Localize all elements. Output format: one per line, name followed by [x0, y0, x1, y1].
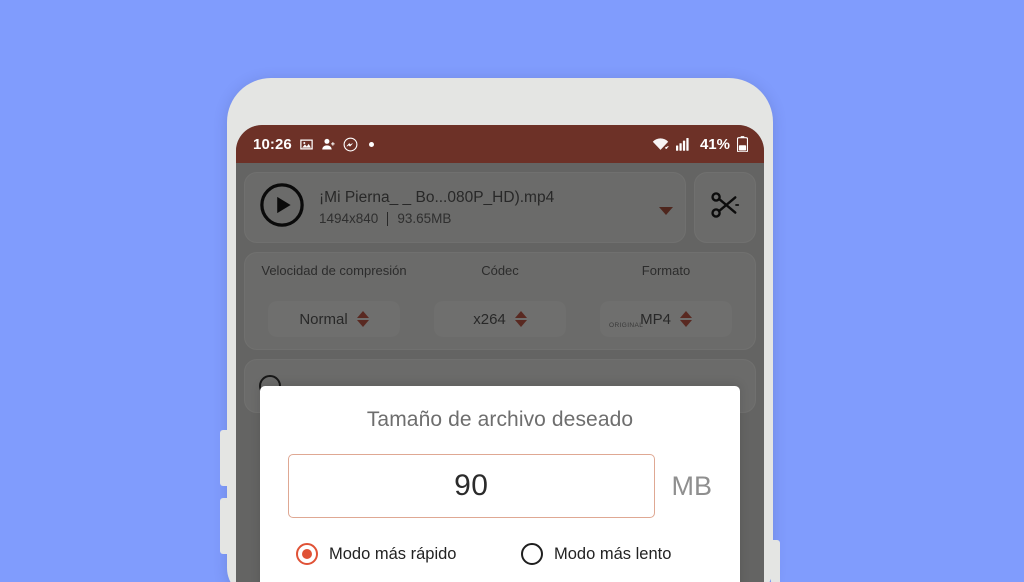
contact-icon	[321, 137, 336, 152]
status-bar-clock: 10:26	[253, 135, 292, 153]
phone-power-button[interactable]	[771, 540, 780, 582]
status-bar: 10:26 41%	[236, 125, 764, 163]
mode-label-slower: Modo más lento	[554, 544, 672, 563]
image-icon	[299, 137, 314, 152]
size-unit-label: MB	[671, 470, 713, 501]
radio-icon-slower[interactable]	[521, 543, 543, 565]
target-size-value: 90	[454, 469, 489, 502]
signal-icon	[675, 137, 691, 151]
dialog-title: Tamaño de archivo deseado	[366, 408, 634, 431]
battery-percent-label: 41%	[699, 135, 730, 153]
status-bar-right: 41%	[652, 136, 748, 153]
phone-frame: 10:26 41% ¡Mi Pierna_ _ Bo...080P_HD).mp…	[220, 78, 780, 582]
mode-label-faster: Modo más rápido	[329, 544, 457, 563]
radio-icon-faster[interactable]	[296, 543, 318, 565]
size-input-row: 90 MB	[288, 454, 712, 518]
phone-volume-down-button[interactable]	[220, 498, 229, 554]
mode-options-row: Modo más rápido Modo más lento	[288, 543, 712, 565]
mode-option-faster[interactable]: Modo más rápido	[296, 543, 521, 565]
phone-screen: 10:26 41% ¡Mi Pierna_ _ Bo...080P_HD).mp…	[236, 125, 764, 582]
target-size-input[interactable]: 90	[288, 454, 655, 518]
messenger-icon	[343, 137, 358, 152]
dot-icon	[368, 141, 374, 147]
target-file-size-dialog: Tamaño de archivo deseado 90 MB Modo más…	[260, 386, 740, 582]
mode-option-slower[interactable]: Modo más lento	[521, 543, 671, 565]
wifi-icon	[652, 137, 669, 151]
battery-icon	[737, 136, 748, 152]
status-bar-left: 10:26	[253, 136, 374, 153]
phone-volume-up-button[interactable]	[220, 430, 229, 486]
